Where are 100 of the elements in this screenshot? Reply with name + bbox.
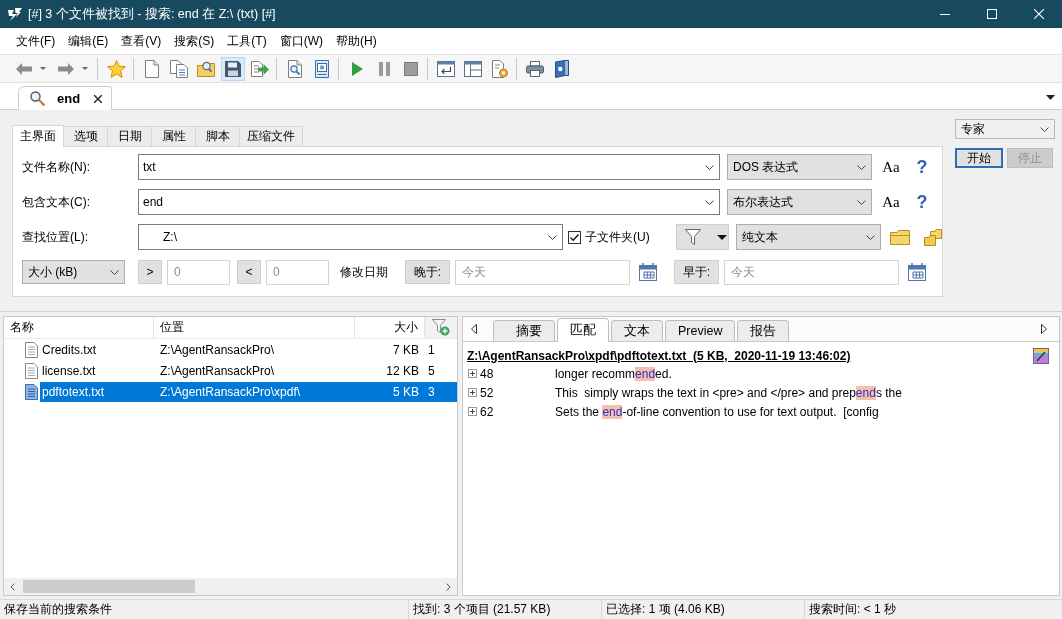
- play-icon[interactable]: [351, 61, 363, 76]
- pause-icon[interactable]: [378, 61, 390, 76]
- match-line-text: This simply wraps the text in <pre> and </pre> and prepends the: [555, 385, 902, 400]
- minimize-icon[interactable]: [939, 13, 950, 15]
- field-label: 修改日期: [340, 263, 388, 281]
- picture-icon[interactable]: [1033, 347, 1049, 364]
- date-field[interactable]: 今天: [724, 259, 899, 285]
- maximize-icon[interactable]: [986, 9, 997, 19]
- document-magnifier-icon[interactable]: [288, 59, 302, 78]
- input-field[interactable]: Z:\: [138, 224, 563, 250]
- date-button[interactable]: 晚于:: [405, 260, 450, 284]
- right-triangle-icon[interactable]: [1041, 324, 1047, 334]
- tab[interactable]: Preview: [665, 320, 736, 341]
- tab[interactable]: 主界面: [12, 125, 64, 147]
- calendar-icon[interactable]: [639, 263, 657, 281]
- document-arrow-icon[interactable]: [251, 60, 269, 77]
- document-tab[interactable]: end: [18, 86, 113, 110]
- result-row[interactable]: license.txt Z:\AgentRansackPro\ 12 KB 5: [40, 360, 457, 381]
- match-case-button[interactable]: Aa: [881, 193, 901, 211]
- tab[interactable]: 匹配: [557, 318, 609, 342]
- left-triangle-icon[interactable]: [471, 324, 477, 334]
- tab[interactable]: 日期: [107, 126, 152, 146]
- scrollbar-thumb[interactable]: [23, 580, 195, 593]
- result-row[interactable]: Credits.txt Z:\AgentRansackPro\ 7 KB 1: [40, 339, 457, 360]
- app-logo-icon: [8, 7, 22, 21]
- menu-item[interactable]: 帮助(H): [331, 29, 382, 53]
- input-field[interactable]: 0: [167, 259, 230, 285]
- filter-button[interactable]: [676, 224, 729, 250]
- document-icon[interactable]: [145, 59, 159, 78]
- input-field[interactable]: 0: [266, 259, 329, 285]
- help-button[interactable]: ?: [915, 156, 929, 178]
- button[interactable]: 开始: [955, 148, 1003, 168]
- document-picture-icon[interactable]: [315, 59, 329, 78]
- left-arrow-icon[interactable]: [16, 62, 32, 75]
- chevron-down-icon: [857, 164, 866, 170]
- funnel-icon: [685, 229, 701, 245]
- chevron-right-icon[interactable]: [446, 582, 451, 591]
- chevron-left-icon[interactable]: [10, 582, 15, 591]
- table-cell-text: pdftotext.txt: [41, 384, 106, 399]
- calendar-icon[interactable]: [908, 263, 926, 281]
- date-button[interactable]: 早于:: [674, 260, 719, 284]
- menu-item[interactable]: 工具(T): [222, 29, 272, 53]
- expand-icon[interactable]: [468, 388, 477, 397]
- toolbar-button[interactable]: [221, 56, 245, 81]
- tab[interactable]: 报告: [737, 320, 790, 341]
- chevron-down-icon: [1040, 126, 1049, 132]
- dropdown[interactable]: DOS 表达式: [727, 154, 872, 180]
- tab[interactable]: 文本: [611, 320, 663, 341]
- right-arrow-icon[interactable]: [58, 62, 74, 75]
- menu-item[interactable]: 搜索(S): [169, 29, 220, 53]
- file-path-link[interactable]: Z:\AgentRansackPro\xpdf\pdftotext.txt (5 KB, 2020-11-19 13:46:02): [467, 348, 851, 363]
- text-file-icon: [25, 383, 38, 400]
- status-text: 保存当前的搜索条件: [3, 601, 113, 618]
- status-text: 搜索时间: < 1 秒: [804, 600, 897, 619]
- menu-item[interactable]: 窗口(W): [274, 29, 328, 53]
- book-icon[interactable]: [555, 59, 569, 78]
- search-icon: [30, 91, 45, 106]
- field-label: 查找位置(L):: [22, 228, 89, 246]
- table-cell-text: Z:\AgentRansackPro\xpdf\: [159, 384, 302, 399]
- tab[interactable]: 压缩文件: [239, 126, 303, 146]
- column-header[interactable]: 名称: [4, 317, 154, 338]
- checkbox-label[interactable]: 子文件夹(U): [585, 228, 666, 246]
- input-field[interactable]: end: [138, 189, 720, 215]
- dropdown[interactable]: 布尔表达式: [727, 189, 872, 215]
- match-line-text: Sets the end-of-line convention to use for text output. [config: [555, 404, 879, 419]
- menu-item[interactable]: 查看(V): [116, 29, 167, 53]
- document-gear-icon[interactable]: [492, 59, 508, 78]
- menu-item[interactable]: 编辑(E): [63, 29, 114, 53]
- stop-icon[interactable]: [404, 61, 418, 76]
- caret-down-icon[interactable]: [1046, 95, 1055, 100]
- date-field[interactable]: 今天: [455, 259, 630, 285]
- comparison-button[interactable]: >: [138, 260, 162, 284]
- help-button[interactable]: ?: [915, 191, 929, 213]
- horizontal-scrollbar[interactable]: [4, 578, 457, 595]
- column-header[interactable]: 位置: [154, 317, 355, 338]
- result-row[interactable]: pdftotext.txt Z:\AgentRansackPro\xpdf\ 5 KB 3: [40, 381, 457, 402]
- size-unit-dropdown[interactable]: 大小 (kB): [22, 260, 125, 284]
- input-field[interactable]: txt: [138, 154, 720, 180]
- folder-icon[interactable]: [890, 229, 910, 245]
- comparison-button[interactable]: <: [237, 260, 261, 284]
- documents-icon[interactable]: [170, 59, 188, 78]
- table-cell-text: 3: [427, 384, 436, 399]
- printer-icon[interactable]: [526, 60, 544, 77]
- window-layout-icon[interactable]: [464, 60, 482, 77]
- tab[interactable]: 脚本: [195, 126, 240, 146]
- star-icon[interactable]: [107, 59, 126, 78]
- tab[interactable]: 选项: [63, 126, 108, 146]
- close-icon[interactable]: [94, 94, 103, 103]
- folder-magnifier-icon[interactable]: [197, 60, 215, 77]
- folders-icon[interactable]: [924, 228, 942, 246]
- menu-item[interactable]: 文件(F): [11, 29, 61, 53]
- expand-icon[interactable]: [468, 407, 477, 416]
- funnel-plus-icon[interactable]: [432, 319, 450, 336]
- mode-dropdown[interactable]: 专家: [955, 119, 1055, 139]
- tab[interactable]: 属性: [151, 126, 196, 146]
- match-case-button[interactable]: Aa: [881, 158, 901, 176]
- tab[interactable]: 摘要: [493, 320, 555, 341]
- checkbox[interactable]: [568, 230, 581, 244]
- dropdown[interactable]: 纯文本: [736, 224, 881, 250]
- expand-icon[interactable]: [468, 369, 477, 378]
